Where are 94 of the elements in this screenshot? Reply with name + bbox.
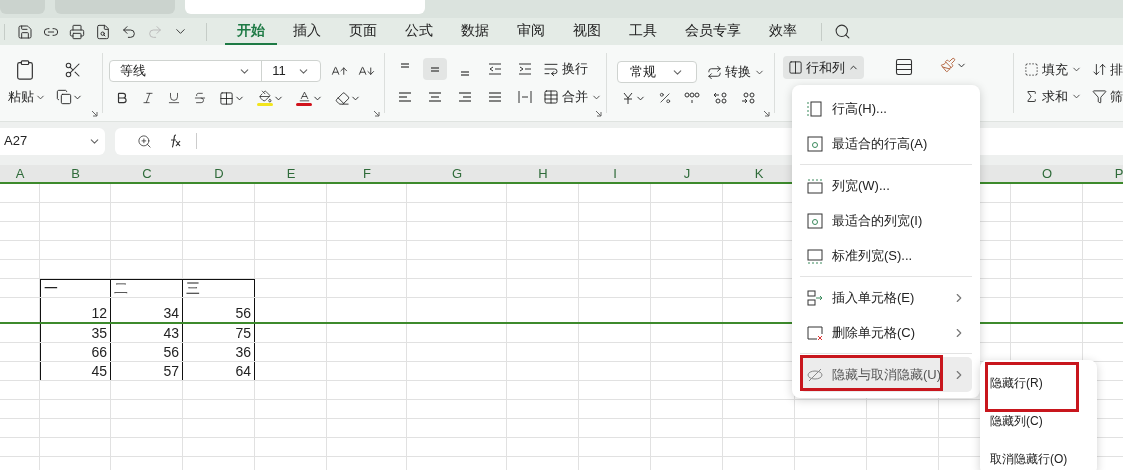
paste-button[interactable]: 粘贴	[8, 87, 46, 107]
underline-icon[interactable]	[167, 91, 182, 105]
column-header[interactable]: B	[71, 163, 80, 184]
menu-item[interactable]: 行高(H)...	[800, 91, 972, 126]
ribbon-tab[interactable]: 工具	[617, 18, 669, 45]
autofit-icon	[806, 134, 824, 153]
borders-icon[interactable]	[219, 90, 246, 106]
menu-item[interactable]: 列宽(W)...	[800, 168, 972, 203]
bold-icon[interactable]	[115, 91, 130, 105]
undo-icon[interactable]	[121, 23, 137, 40]
filter-button[interactable]: 筛	[1092, 87, 1123, 107]
ribbon-tab[interactable]: 审阅	[505, 18, 557, 45]
sort-icon	[1092, 61, 1108, 77]
number-format-dropdown[interactable]: 常规	[616, 61, 697, 83]
percent-icon[interactable]	[657, 91, 672, 105]
filter-icon	[1092, 89, 1108, 105]
autofit-icon	[806, 211, 824, 230]
strikethrough-icon[interactable]	[193, 91, 208, 105]
column-width-icon	[806, 176, 824, 195]
print-icon[interactable]	[69, 23, 85, 40]
delete-cells-icon	[806, 323, 824, 342]
print-preview-icon[interactable]	[95, 23, 111, 40]
menu-item[interactable]: 删除单元格(C)	[800, 315, 972, 350]
format-brush-icon[interactable]	[939, 57, 967, 73]
font-size-dropdown[interactable]: 11	[262, 61, 321, 81]
column-header[interactable]: O	[1041, 163, 1053, 184]
column-header[interactable]: D	[214, 163, 224, 184]
ribbon-tab[interactable]: 视图	[561, 18, 613, 45]
convert-icon	[706, 64, 722, 80]
menu-item[interactable]: 最适合的列宽(I)	[800, 203, 972, 238]
column-header[interactable]: P	[1114, 163, 1123, 184]
wrap-text-icon	[543, 61, 560, 77]
zoom-icon[interactable]	[137, 133, 152, 149]
increase-decimal-icon[interactable]	[711, 91, 728, 105]
fill-color-icon[interactable]	[257, 90, 285, 106]
table-cell: 三	[183, 279, 255, 297]
ribbon-tab[interactable]: 插入	[281, 18, 333, 45]
dialog-launcher-icon[interactable]	[91, 110, 99, 117]
submenu-item[interactable]: 隐藏列(C)	[984, 402, 1093, 440]
dialog-launcher-icon[interactable]	[373, 110, 381, 117]
column-header[interactable]: H	[538, 163, 548, 184]
rows-columns-button[interactable]: 行和列	[782, 56, 864, 79]
column-header[interactable]: C	[142, 163, 152, 184]
rows-columns-icon	[787, 60, 803, 75]
dialog-launcher-icon[interactable]	[762, 110, 770, 117]
menu-item[interactable]: 插入单元格(E)	[800, 280, 972, 315]
wrap-text-button[interactable]: 换行	[543, 59, 589, 79]
ribbon-tab[interactable]: 页面	[337, 18, 389, 45]
search-icon[interactable]	[834, 23, 851, 40]
submenu-item[interactable]: 取消隐藏行(O)	[984, 440, 1093, 470]
align-middle-icon[interactable]	[423, 58, 448, 80]
eraser-icon[interactable]	[335, 90, 362, 106]
menu-item[interactable]: 最适合的行高(A)	[800, 126, 972, 161]
column-header[interactable]: K	[754, 163, 764, 184]
table-cell: 45	[40, 362, 111, 380]
table-cell: 66	[40, 343, 111, 361]
ribbon-tab[interactable]: 效率	[757, 18, 809, 45]
freeze-panes-icon[interactable]	[893, 57, 914, 77]
table-cell: 一	[40, 279, 111, 297]
insert-cells-icon	[806, 288, 824, 307]
sum-button[interactable]: 求和	[1024, 87, 1083, 107]
thousands-separator-icon[interactable]	[683, 91, 700, 105]
paste-icon[interactable]	[14, 59, 36, 82]
font-color-icon[interactable]	[296, 90, 324, 106]
submenu-item[interactable]: 隐藏行(R)	[984, 364, 1093, 402]
ribbon-tab[interactable]: 公式	[393, 18, 445, 45]
copy-format-icon[interactable]	[56, 89, 83, 105]
table-cell: 35	[40, 324, 111, 342]
fill-button[interactable]: 填充	[1024, 59, 1083, 79]
sort-button[interactable]: 排	[1092, 59, 1123, 79]
standard-width-icon	[806, 246, 824, 265]
menu-item[interactable]: 标准列宽(S)...	[800, 238, 972, 273]
table-cell: 二	[111, 279, 183, 297]
column-header[interactable]: E	[286, 163, 296, 184]
column-header[interactable]: F	[363, 163, 371, 184]
merge-button[interactable]: 合并	[543, 87, 603, 107]
convert-button[interactable]: 转换	[706, 62, 765, 82]
name-box[interactable]: A27	[0, 127, 105, 155]
save-icon[interactable]	[17, 23, 33, 40]
menu-item[interactable]: 隐藏与取消隐藏(U)	[800, 357, 972, 392]
column-header[interactable]: A	[15, 163, 25, 184]
ribbon-tab[interactable]: 数据	[449, 18, 501, 45]
column-header[interactable]: J	[683, 163, 691, 184]
table-cell: 12	[40, 298, 111, 322]
font-name-dropdown[interactable]: 等线	[110, 61, 263, 81]
ribbon-tab[interactable]: 会员专享	[673, 18, 753, 45]
row-height-icon	[806, 99, 824, 118]
dialog-launcher-icon[interactable]	[594, 110, 602, 117]
merge-cells-icon	[543, 89, 560, 105]
column-header[interactable]: G	[451, 163, 463, 184]
cut-icon[interactable]	[64, 61, 82, 80]
italic-icon[interactable]	[141, 91, 156, 105]
fill-icon	[1024, 61, 1040, 77]
decrease-decimal-icon[interactable]	[739, 91, 756, 105]
